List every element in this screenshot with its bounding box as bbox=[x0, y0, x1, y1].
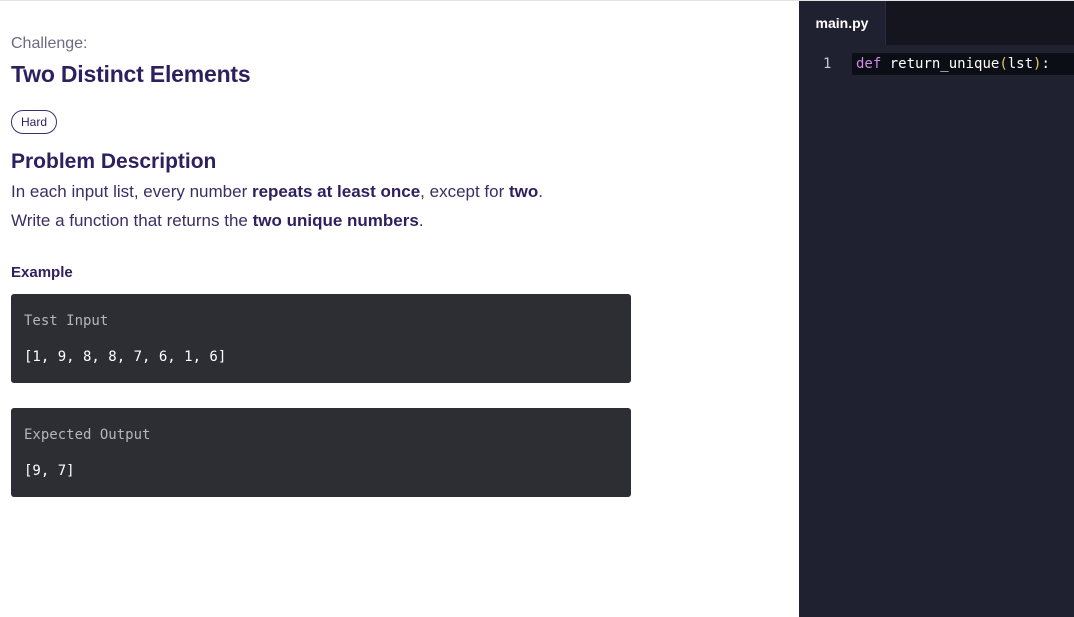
problem-description-heading: Problem Description bbox=[11, 150, 217, 173]
desc-text: , except for bbox=[420, 182, 509, 201]
code-argument: lst bbox=[1007, 56, 1034, 72]
tab-main-py[interactable]: main.py bbox=[799, 1, 885, 45]
test-input-box: Test Input [1, 9, 8, 8, 7, 6, 1, 6] bbox=[11, 294, 631, 383]
line-number: 1 bbox=[823, 56, 832, 72]
expected-output-label: Expected Output bbox=[24, 427, 151, 443]
challenge-label: Challenge: bbox=[11, 35, 88, 52]
desc-text: Write a function that returns the bbox=[11, 211, 253, 230]
code-editor[interactable]: main.py 1 def return_unique(lst): bbox=[799, 1, 1074, 617]
code-line-text[interactable]: def return_unique(lst): bbox=[852, 53, 1074, 75]
desc-text: . bbox=[538, 182, 544, 201]
editor-tab-bar: main.py bbox=[799, 1, 1074, 45]
desc-bold: repeats at least once bbox=[251, 182, 421, 201]
code-paren-open: ( bbox=[999, 56, 1008, 72]
problem-panel: Challenge: Two Distinct Elements Hard Pr… bbox=[0, 1, 799, 617]
desc-bold: two unique numbers bbox=[252, 211, 419, 230]
difficulty-badge: Hard bbox=[11, 110, 57, 134]
code-keyword: def bbox=[856, 56, 882, 72]
test-input-value: [1, 9, 8, 8, 7, 6, 1, 6] bbox=[24, 349, 227, 365]
challenge-title: Two Distinct Elements bbox=[11, 61, 251, 87]
example-heading: Example bbox=[11, 264, 73, 281]
code-colon: : bbox=[1041, 56, 1050, 72]
desc-text: . bbox=[418, 211, 424, 230]
problem-description-line-1: In each input list, every number repeats… bbox=[11, 182, 543, 202]
expected-output-value: [9, 7] bbox=[24, 463, 75, 479]
expected-output-box: Expected Output [9, 7] bbox=[11, 408, 631, 497]
code-function-name: return_unique bbox=[889, 56, 1000, 72]
desc-text: In each input list, every number bbox=[11, 182, 252, 201]
code-line[interactable]: 1 def return_unique(lst): bbox=[799, 53, 1074, 75]
problem-description-line-2: Write a function that returns the two un… bbox=[11, 211, 424, 231]
desc-bold: two bbox=[509, 182, 539, 201]
tab-bar-empty bbox=[885, 1, 1074, 45]
test-input-label: Test Input bbox=[24, 313, 109, 329]
